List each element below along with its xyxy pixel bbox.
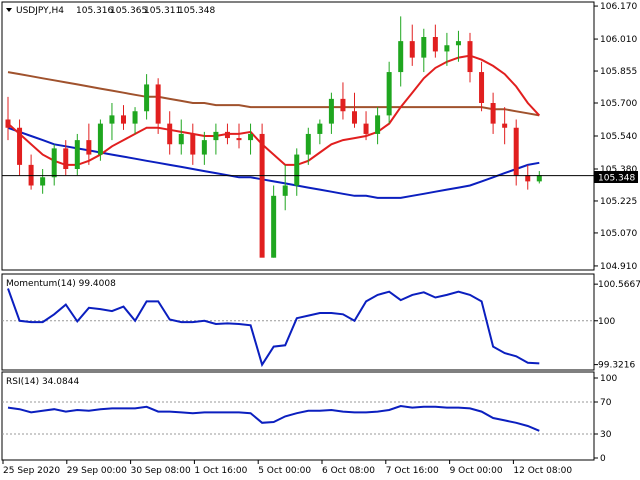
- candle: [74, 133, 80, 176]
- momentum-title: Momentum(14) 99.4008: [6, 279, 116, 289]
- candle-body: [409, 41, 415, 58]
- x-tick-label: 30 Sep 08:00: [131, 466, 191, 476]
- candle-body: [352, 111, 357, 124]
- candle-body: [5, 119, 11, 128]
- candle-body: [375, 115, 381, 134]
- x-tick-label: 25 Sep 2020: [3, 466, 60, 476]
- candle-body: [86, 140, 92, 155]
- candle-body: [386, 72, 392, 116]
- chart-window[interactable]: 106.170 106.010 105.855 105.700 105.540 105.3…: [0, 0, 640, 480]
- candle-body: [155, 84, 161, 124]
- x-tick-label: 12 Oct 08:00: [513, 466, 572, 476]
- candle-body: [121, 115, 126, 124]
- x-tick-label: 29 Sep 00:00: [67, 466, 127, 476]
- candle-body: [40, 177, 46, 186]
- candle-body: [97, 123, 103, 155]
- candle-body: [132, 111, 138, 124]
- candle-body: [51, 148, 57, 178]
- candle-body: [236, 138, 242, 141]
- candle: [259, 123, 265, 258]
- candle-body: [224, 131, 230, 139]
- rsi-title: RSI(14) 34.0844: [6, 377, 79, 387]
- x-tick-label: 9 Oct 00:00: [450, 466, 503, 476]
- candle-body: [178, 133, 184, 145]
- candle-body: [63, 148, 69, 169]
- x-tick-label: 5 Oct 00:00: [258, 466, 311, 476]
- x-tick-label: 6 Oct 08:00: [322, 466, 375, 476]
- candle: [97, 119, 103, 161]
- candle-body: [190, 133, 196, 155]
- price-tick-label: 104.910: [600, 262, 637, 272]
- candle-body: [479, 72, 485, 103]
- candle-body: [421, 37, 427, 58]
- ohlc-high: 105.365: [110, 6, 147, 16]
- candle-body: [74, 140, 80, 169]
- candle-body: [536, 175, 542, 182]
- candle-body: [271, 195, 277, 258]
- ohlc-low: 105.311: [144, 6, 181, 16]
- x-tick-label: 1 Oct 16:00: [194, 466, 247, 476]
- price-tick-label: 105.700: [600, 99, 637, 109]
- x-tick-label: 7 Oct 16:00: [386, 466, 439, 476]
- candle-body: [259, 133, 265, 258]
- momentum-tick-label: 99.3216: [598, 361, 635, 371]
- price-tick-label: 105.540: [600, 132, 637, 142]
- candle-body: [109, 115, 115, 124]
- candle-body: [201, 140, 207, 155]
- candle-body: [17, 127, 23, 165]
- price-tick-label: 106.010: [600, 35, 637, 45]
- chart-canvas[interactable]: 106.170 106.010 105.855 105.700 105.540 105.3…: [0, 0, 640, 480]
- price-tick-label: 105.855: [600, 67, 637, 77]
- candle-body: [513, 127, 519, 176]
- rsi-panel[interactable]: [1, 371, 595, 461]
- candle-body: [455, 41, 461, 46]
- ohlc-open: 105.316: [76, 6, 113, 16]
- current-price-label: 105.348: [598, 174, 635, 184]
- price-tick-label: 105.070: [600, 229, 637, 239]
- candle-body: [144, 84, 150, 112]
- candle-body: [525, 175, 531, 182]
- candle-body: [398, 41, 404, 73]
- candle-body: [167, 123, 173, 145]
- rsi-tick-label: 30: [600, 430, 612, 440]
- candle-body: [340, 98, 346, 112]
- price-tick-label: 106.170: [600, 2, 637, 12]
- momentum-tick-label: 100.5667: [598, 280, 640, 290]
- candle-body: [444, 45, 450, 52]
- candle-body: [213, 131, 219, 141]
- rsi-tick-label: 70: [600, 398, 612, 408]
- candle-body: [363, 123, 369, 134]
- rsi-tick-label: 0: [600, 454, 606, 464]
- candle-body: [294, 154, 300, 186]
- candle-body: [282, 185, 288, 196]
- candle: [271, 185, 277, 258]
- candle-body: [248, 133, 254, 141]
- price-tick-label: 105.225: [600, 197, 637, 207]
- candle-body: [502, 123, 508, 128]
- price-panel[interactable]: [1, 1, 595, 271]
- ohlc-close: 105.348: [178, 6, 215, 16]
- candle-body: [305, 133, 311, 155]
- candle-body: [432, 37, 438, 52]
- rsi-tick-label: 100: [600, 374, 617, 384]
- candle-body: [467, 41, 473, 73]
- symbol-label: USDJPY,H4: [16, 6, 64, 16]
- candle-body: [328, 98, 334, 124]
- momentum-tick-label: 100: [598, 317, 615, 327]
- candle-body: [317, 123, 323, 134]
- candle-body: [490, 103, 496, 124]
